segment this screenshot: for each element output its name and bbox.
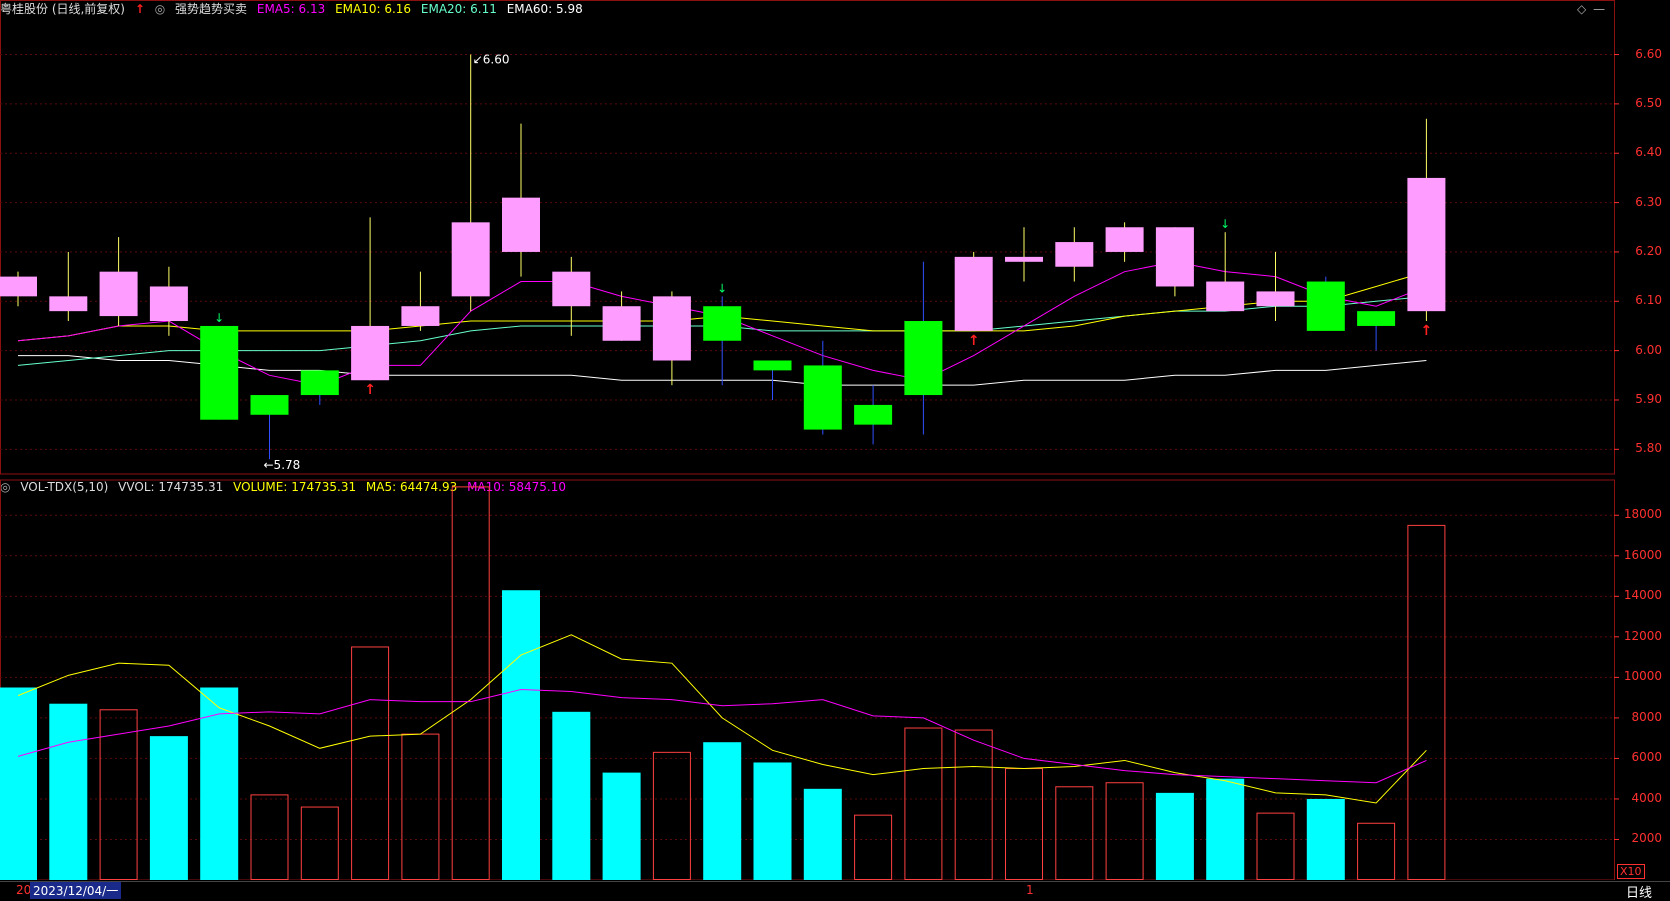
price-tick-label: 5.90 [1635, 391, 1662, 406]
price-tick-label: 6.50 [1635, 95, 1662, 110]
candle-body [1306, 281, 1345, 331]
low-price-annotation: ←5.78 [264, 458, 301, 472]
price-tick-label: 6.00 [1635, 342, 1662, 357]
candle-body [703, 306, 742, 341]
candlestick-chart[interactable]: ↓ ↑ ↓ ↑ ↓ ↑ ↙6.60 ←5.78 [0, 0, 1670, 880]
period-button[interactable]: 日线 [1626, 882, 1652, 901]
volume-bar [149, 736, 188, 880]
candle-body [1105, 227, 1144, 252]
candle-body [1357, 311, 1396, 326]
price-tick-label: 5.80 [1635, 441, 1662, 456]
candle-body [1005, 256, 1043, 262]
volume-bar [854, 814, 893, 880]
volume-bar [904, 727, 943, 880]
volume-bar [502, 590, 540, 880]
volume-tick-label: 14000 [1623, 588, 1662, 603]
volume-tick-label: 12000 [1623, 628, 1662, 643]
candle-body [1407, 177, 1446, 312]
candle-body [250, 395, 289, 415]
volume-bar [602, 772, 641, 880]
price-tick-label: 6.40 [1635, 145, 1662, 160]
buy-arrow-icon: ↑ [364, 382, 376, 398]
candle-body [300, 370, 339, 396]
price-tick-label: 6.30 [1635, 194, 1662, 209]
volume-bar [300, 806, 339, 880]
volume-tick-label: 8000 [1631, 709, 1662, 724]
price-tick-label: 6.60 [1635, 46, 1662, 61]
candle-body [502, 197, 540, 252]
sell-arrow-icon: ↓ [1220, 217, 1230, 231]
date-cursor[interactable]: 2023/12/04/一 [30, 882, 122, 899]
candle-body [753, 360, 792, 371]
volume-bar [451, 486, 490, 880]
sell-arrow-icon: ↓ [717, 281, 727, 295]
volume-unit: X10 [1617, 864, 1645, 879]
volume-tick-label: 6000 [1631, 750, 1662, 765]
volume-bar [0, 687, 37, 880]
volume-bar [99, 709, 138, 880]
volume-bar [803, 788, 842, 880]
candle-body [954, 256, 993, 331]
status-bar: 20 2023/12/04/一 1 日线 [0, 881, 1670, 901]
candle-body [652, 296, 691, 361]
candle-body [1055, 242, 1094, 267]
candle-body [0, 276, 37, 297]
volume-bar [552, 711, 591, 880]
volume-bar [1105, 782, 1144, 880]
volume-tick-label: 2000 [1631, 831, 1662, 846]
buy-arrow-icon: ↑ [968, 333, 980, 349]
price-tick-label: 6.10 [1635, 293, 1662, 308]
volume-bar [250, 794, 289, 880]
candle-body [803, 365, 842, 430]
volume-bar [1357, 822, 1396, 880]
sell-arrow-icon: ↓ [214, 311, 224, 325]
candle-body [351, 325, 390, 381]
candle-body [552, 271, 591, 307]
volume-tick-label: 18000 [1623, 507, 1662, 522]
candle-body [1155, 227, 1194, 287]
price-tick-label: 6.20 [1635, 243, 1662, 258]
volume-bar [753, 762, 792, 880]
candle-body [1256, 291, 1295, 307]
candle-body [149, 286, 188, 322]
volume-tick-label: 4000 [1631, 790, 1662, 805]
date-marker: 1 [1026, 883, 1034, 897]
volume-bar [1055, 786, 1094, 880]
candle-body [904, 321, 943, 396]
candle-body [401, 306, 440, 326]
candle-body [49, 296, 88, 312]
candle-body [1206, 281, 1245, 312]
volume-bar [1005, 768, 1043, 880]
volume-bar [401, 733, 440, 880]
volume-bar [652, 751, 691, 880]
candle-body [854, 404, 893, 425]
candle-body [99, 271, 138, 317]
volume-bar [1155, 792, 1194, 880]
candle-body [451, 222, 490, 297]
volume-bar [351, 646, 390, 880]
buy-arrow-icon: ↑ [1421, 323, 1433, 339]
volume-tick-label: 10000 [1623, 669, 1662, 684]
volume-tick-label: 16000 [1623, 547, 1662, 562]
candle-body [200, 325, 239, 420]
volume-bar [200, 687, 239, 880]
volume-bar [1306, 798, 1345, 880]
candle-body [602, 306, 641, 341]
volume-bar [954, 729, 993, 880]
volume-bar [49, 703, 88, 880]
date-fragment: 20 [16, 883, 32, 897]
volume-bar [1407, 524, 1446, 880]
high-price-annotation: ↙6.60 [473, 53, 510, 67]
volume-bar [1206, 778, 1245, 880]
volume-bar [1256, 812, 1295, 880]
volume-bar [703, 742, 742, 880]
